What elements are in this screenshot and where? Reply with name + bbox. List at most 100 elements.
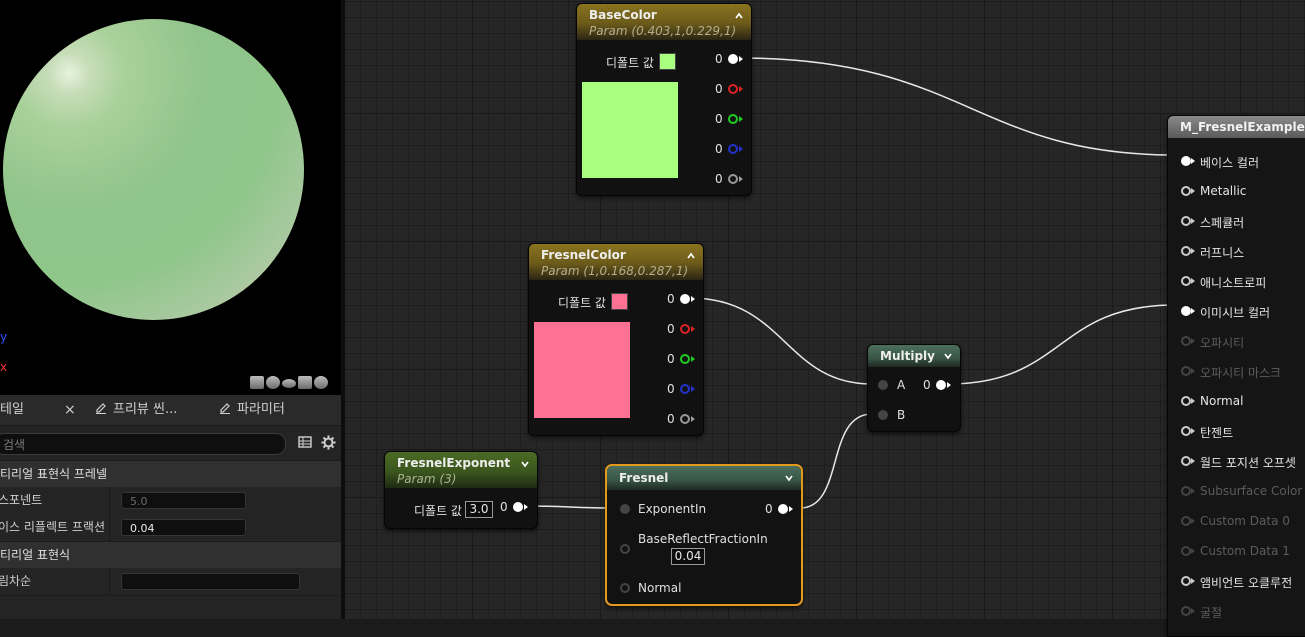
teapot-icon[interactable] (314, 376, 328, 389)
node-header[interactable]: FresnelExponent Param (3) (385, 452, 537, 488)
input-pin[interactable] (1181, 546, 1191, 556)
node-material-result[interactable]: M_FresnelExample 베이스 컬러 Metallic 스페큘러러프니스애… (1167, 115, 1305, 637)
node-multiply[interactable]: Multiply A B 0 (867, 344, 961, 432)
input-pin-b[interactable] (878, 410, 888, 420)
input-pin[interactable] (1181, 306, 1191, 316)
base-reflect-value-field[interactable]: 0.04 (671, 548, 705, 565)
default-value-field[interactable]: 3.0 (465, 501, 493, 518)
chevron-down-icon[interactable] (785, 474, 793, 482)
node-header[interactable]: Multiply (868, 345, 960, 367)
input-pin-exponent[interactable] (620, 504, 630, 514)
tab-details[interactable]: 테일 (0, 395, 24, 425)
material-input-row[interactable]: 이미시브 컬러 (1168, 301, 1305, 321)
input-label: 오파시티 마스크 (1200, 366, 1282, 380)
node-fresnelcolor[interactable]: FresnelColor Param (1,0.168,0.287,1) 디폴트… (528, 243, 704, 436)
sphere-icon[interactable] (266, 376, 280, 389)
tab-preview-scene[interactable]: 프리뷰 씬... (95, 395, 177, 425)
preview-viewport[interactable]: y x (0, 0, 343, 395)
property-label: 이스 리플렉트 프랙션 (0, 520, 105, 534)
output-pin[interactable] (778, 504, 788, 514)
output-pin-rgb[interactable] (728, 54, 738, 64)
input-label: 굴절 (1200, 606, 1223, 620)
input-pin[interactable] (1181, 396, 1191, 406)
sort-priority-field[interactable] (121, 573, 300, 590)
table-view-icon[interactable] (298, 435, 312, 449)
material-input-row[interactable]: 앰비언트 오클루전 (1168, 571, 1305, 591)
input-pin[interactable] (1181, 156, 1191, 166)
chevron-up-icon[interactable] (735, 12, 743, 20)
input-pin[interactable] (1181, 456, 1191, 466)
input-label: BaseReflectFractionIn (638, 532, 768, 546)
search-input[interactable]: 검색 (0, 433, 286, 455)
settings-gear-icon[interactable] (321, 435, 336, 450)
input-pin[interactable] (1181, 276, 1191, 286)
output-pin[interactable] (513, 502, 523, 512)
node-header[interactable]: Fresnel (607, 466, 801, 490)
material-input-row[interactable]: Custom Data 0 (1168, 511, 1305, 531)
input-pin[interactable] (1181, 486, 1191, 496)
output-pin[interactable] (936, 380, 946, 390)
node-header[interactable]: BaseColor Param (0.403,1,0.229,1) (577, 4, 751, 40)
color-swatch[interactable] (611, 293, 628, 310)
input-pin-normal[interactable] (620, 583, 630, 593)
color-swatch[interactable] (659, 53, 676, 70)
output-pin-g[interactable] (728, 114, 738, 124)
node-header[interactable]: FresnelColor Param (1,0.168,0.287,1) (529, 244, 703, 280)
node-title: Multiply (880, 349, 935, 363)
input-pin[interactable] (1181, 576, 1191, 586)
output-pin-a[interactable] (680, 414, 690, 424)
output-pin-r[interactable] (680, 324, 690, 334)
cube-icon[interactable] (298, 376, 312, 389)
material-input-row[interactable]: 베이스 컬러 (1168, 151, 1305, 171)
material-input-row[interactable]: 러프니스 (1168, 241, 1305, 261)
output-pin-r[interactable] (728, 84, 738, 94)
input-pin-a[interactable] (878, 380, 888, 390)
material-input-row[interactable]: Subsurface Color (1168, 481, 1305, 501)
material-input-row[interactable]: 스페큘러 (1168, 211, 1305, 231)
material-graph-canvas[interactable]: BaseColor Param (0.403,1,0.229,1) 디폴트 값 … (345, 0, 1305, 637)
material-input-row[interactable]: Custom Data 1 (1168, 541, 1305, 561)
input-pin[interactable] (1181, 366, 1191, 376)
input-pin[interactable] (1181, 606, 1191, 616)
cylinder-icon[interactable] (250, 376, 264, 389)
material-input-row[interactable]: 오파시티 마스크 (1168, 361, 1305, 381)
input-pin[interactable] (1181, 516, 1191, 526)
material-input-row[interactable]: 애니소트로피 (1168, 271, 1305, 291)
input-pin[interactable] (1181, 426, 1191, 436)
material-input-row[interactable]: 오파시티 (1168, 331, 1305, 351)
chevron-up-icon[interactable] (687, 252, 695, 260)
input-pin[interactable] (1181, 216, 1191, 226)
pin-arrow (1191, 458, 1195, 464)
material-input-row[interactable]: Normal (1168, 391, 1305, 411)
output-pin-b[interactable] (728, 144, 738, 154)
output-pin-rgb[interactable] (680, 294, 690, 304)
chevron-down-icon[interactable] (944, 352, 952, 360)
base-reflect-field[interactable]: 0.04 (121, 519, 246, 536)
node-fresnelexponent[interactable]: FresnelExponent Param (3) 디폴트 값 3.0 0 (384, 451, 538, 529)
node-header[interactable]: M_FresnelExample (1168, 116, 1305, 138)
node-basecolor[interactable]: BaseColor Param (0.403,1,0.229,1) 디폴트 값 … (576, 3, 752, 196)
pin-arrow (739, 86, 743, 92)
tab-close-icon[interactable]: × (64, 395, 76, 425)
input-pin[interactable] (1181, 246, 1191, 256)
pin-arrow (691, 386, 695, 392)
section-header-fresnel[interactable]: 티리얼 표현식 프레넬 (0, 461, 343, 487)
material-input-row[interactable]: 굴절 (1168, 601, 1305, 621)
preview-shape-buttons (250, 376, 328, 390)
tab-parameters[interactable]: 파라미터 (219, 395, 285, 425)
node-fresnel[interactable]: Fresnel ExponentIn 0 BaseReflectFraction… (605, 464, 803, 606)
plane-icon[interactable] (282, 379, 296, 388)
output-pin-g[interactable] (680, 354, 690, 364)
chevron-down-icon[interactable] (521, 460, 529, 468)
material-input-row[interactable]: 월드 포지션 오프셋 (1168, 451, 1305, 471)
output-pin-a[interactable] (728, 174, 738, 184)
material-input-row[interactable]: Metallic (1168, 181, 1305, 201)
input-pin[interactable] (1181, 186, 1191, 196)
section-header-material-expression[interactable]: 티리얼 표현식 (0, 542, 343, 568)
input-pin-base-reflect[interactable] (620, 544, 630, 554)
material-input-row[interactable]: 탄젠트 (1168, 421, 1305, 441)
input-pin[interactable] (1181, 336, 1191, 346)
output-pin-b[interactable] (680, 384, 690, 394)
default-value-label: 디폴트 값 (606, 56, 654, 70)
output-label: 0 (923, 378, 931, 392)
